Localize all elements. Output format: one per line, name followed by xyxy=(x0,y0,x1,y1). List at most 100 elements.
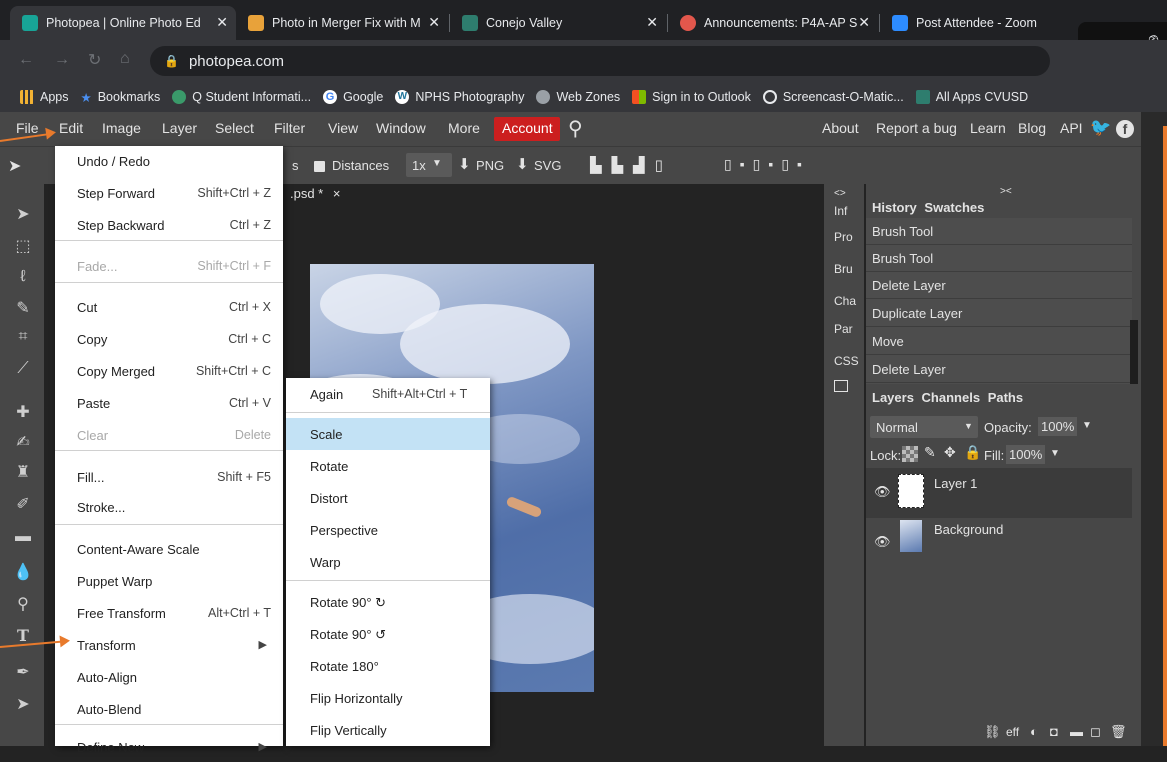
healing-tool-icon[interactable]: ✚ xyxy=(12,402,34,424)
bookmark-google[interactable]: G Google xyxy=(323,90,383,104)
submenu-item-perspective[interactable]: Perspective xyxy=(286,514,490,546)
menu-item-step-forward[interactable]: Step Forward Shift+Ctrl + Z xyxy=(55,178,283,208)
tab-channels[interactable]: Channels xyxy=(922,390,981,405)
effects-button[interactable]: eff xyxy=(1006,725,1019,739)
scrollbar-thumb[interactable] xyxy=(1130,320,1138,384)
browser-tab-photo-merger[interactable]: Photo in Merger Fix with M ✕ xyxy=(236,6,448,40)
browser-tab-announcements[interactable]: Announcements: P4A-AP S ✕ xyxy=(668,6,878,40)
image-icon[interactable] xyxy=(834,380,848,392)
dropdown-arrow-icon[interactable]: ▼ xyxy=(1050,448,1060,459)
distribute-icons[interactable]: ▯▪▯▪▯▪ xyxy=(724,156,810,173)
side-tab-paragraph[interactable]: Par xyxy=(834,322,853,336)
bookmark-all-apps[interactable]: All Apps CVUSD xyxy=(915,90,1028,104)
history-item[interactable]: Duplicate Layer xyxy=(866,300,1132,327)
export-png-button[interactable]: PNG xyxy=(476,158,504,173)
menu-edit[interactable]: Edit xyxy=(56,120,86,136)
gradient-tool-icon[interactable]: ▬ xyxy=(12,528,34,550)
tab-paths[interactable]: Paths xyxy=(988,390,1023,405)
menu-item-auto-align[interactable]: Auto-Align xyxy=(55,662,283,692)
bookmark-apps[interactable]: Apps xyxy=(20,90,69,104)
menu-item-copy[interactable]: Copy Ctrl + C xyxy=(55,324,283,354)
eye-icon[interactable]: 👁 xyxy=(874,484,891,500)
menu-item-copy-merged[interactable]: Copy Merged Shift+Ctrl + C xyxy=(55,356,283,386)
menu-item-stroke[interactable]: Stroke... xyxy=(55,492,283,522)
menu-report-bug[interactable]: Report a bug xyxy=(876,120,957,136)
submenu-item-rotate-90-cw[interactable]: Rotate 90° ↻ xyxy=(286,586,490,618)
menu-view[interactable]: View xyxy=(328,120,358,136)
history-item[interactable]: Brush Tool xyxy=(866,245,1132,272)
home-icon[interactable]: ⌂ xyxy=(120,50,130,68)
trash-icon[interactable]: 🗑 xyxy=(1110,724,1127,740)
tab-close-icon[interactable]: ✕ xyxy=(858,14,870,31)
menu-item-undo-redo[interactable]: Undo / Redo xyxy=(55,146,283,176)
menu-item-free-transform[interactable]: Free Transform Alt+Ctrl + T xyxy=(55,598,283,628)
pen-tool-icon[interactable]: ✒ xyxy=(12,662,34,684)
menu-more[interactable]: More xyxy=(448,120,480,136)
bookmark-bookmarks[interactable]: ★ Bookmarks xyxy=(81,90,161,105)
tab-close-icon[interactable]: ✕ xyxy=(216,14,228,31)
side-tab-character[interactable]: Cha xyxy=(834,294,856,308)
submenu-item-flip-vertical[interactable]: Flip Vertically xyxy=(286,714,490,746)
menu-item-paste[interactable]: Paste Ctrl + V xyxy=(55,388,283,418)
blur-tool-icon[interactable]: 💧 xyxy=(12,562,34,584)
menu-item-fill[interactable]: Fill... Shift + F5 xyxy=(55,462,283,492)
menu-item-puppet-warp[interactable]: Puppet Warp xyxy=(55,566,283,596)
menu-item-step-backward[interactable]: Step Backward Ctrl + Z xyxy=(55,210,283,240)
submenu-item-again[interactable]: Again Shift+Alt+Ctrl + T xyxy=(286,378,490,410)
document-close-icon[interactable]: × xyxy=(333,186,341,201)
zoom-dropdown[interactable]: 1x xyxy=(412,158,426,173)
menu-item-transform[interactable]: Transform ▶ xyxy=(55,630,283,660)
bookmark-nphs[interactable]: W NPHS Photography xyxy=(395,90,524,104)
back-arrow-icon[interactable]: ← xyxy=(18,51,34,69)
export-svg-button[interactable]: SVG xyxy=(534,158,561,173)
layer-row-layer-1[interactable]: 👁 Layer 1 xyxy=(866,468,1132,518)
menu-filter[interactable]: Filter xyxy=(274,120,305,136)
move-tool-icon[interactable]: ➤ xyxy=(12,204,34,226)
lasso-tool-icon[interactable]: ℓ xyxy=(12,268,34,290)
forward-arrow-icon[interactable]: → xyxy=(54,51,70,69)
layer-row-background[interactable]: 👁 Background xyxy=(866,518,1132,558)
menu-learn[interactable]: Learn xyxy=(970,120,1006,136)
menu-blog[interactable]: Blog xyxy=(1018,120,1046,136)
menu-layer[interactable]: Layer xyxy=(162,120,197,136)
fill-input[interactable]: 100% xyxy=(1006,445,1046,464)
menu-image[interactable]: Image xyxy=(102,120,141,136)
lock-transparency-icon[interactable] xyxy=(902,446,918,462)
eyedropper-tool-icon[interactable]: ⟋ xyxy=(12,360,34,382)
submenu-item-scale[interactable]: Scale xyxy=(286,418,490,450)
bookmark-outlook[interactable]: Sign in to Outlook xyxy=(632,90,751,104)
path-select-tool-icon[interactable]: ➤ xyxy=(12,694,34,716)
link-icon[interactable]: ⛓ xyxy=(984,724,1001,740)
browser-tab-conejo-valley[interactable]: Conejo Valley ✕ xyxy=(450,6,666,40)
mask-icon[interactable]: ◘ xyxy=(1050,724,1058,739)
menu-file[interactable]: File xyxy=(16,120,39,136)
collapse-icon[interactable]: <> xyxy=(834,188,846,199)
browser-tab-zoom[interactable]: Post Attendee - Zoom xyxy=(880,6,1070,40)
quick-select-tool-icon[interactable]: ✎ xyxy=(12,298,34,320)
twitter-icon[interactable]: 🐦 xyxy=(1090,118,1111,138)
submenu-item-rotate-180[interactable]: Rotate 180° xyxy=(286,650,490,682)
submenu-item-rotate[interactable]: Rotate xyxy=(286,450,490,482)
history-item[interactable]: Delete Layer xyxy=(866,356,1132,383)
adjustment-icon[interactable]: ◐ xyxy=(1030,724,1038,739)
side-tab-properties[interactable]: Pro xyxy=(834,230,853,244)
submenu-item-flip-horizontal[interactable]: Flip Horizontally xyxy=(286,682,490,714)
new-layer-icon[interactable]: ◻ xyxy=(1090,724,1101,740)
menu-item-cut[interactable]: Cut Ctrl + X xyxy=(55,292,283,322)
browser-tab-photopea[interactable]: Photopea | Online Photo Ed ✕ xyxy=(10,6,236,40)
tab-swatches[interactable]: Swatches xyxy=(924,200,984,215)
side-tab-css[interactable]: CSS xyxy=(834,354,859,368)
history-brush-tool-icon[interactable]: ✐ xyxy=(12,494,34,516)
folder-icon[interactable]: ▬ xyxy=(1070,724,1083,739)
bookmark-screencast[interactable]: Screencast-O-Matic... xyxy=(762,90,904,104)
reload-icon[interactable]: ↻ xyxy=(88,50,101,70)
history-item[interactable]: Delete Layer xyxy=(866,272,1132,299)
menu-item-define-new[interactable]: Define New ▶ xyxy=(55,732,283,762)
submenu-item-distort[interactable]: Distort xyxy=(286,482,490,514)
tab-close-icon[interactable]: ✕ xyxy=(646,14,658,31)
blend-mode-dropdown[interactable]: Normal ▼ xyxy=(870,416,978,438)
lock-move-icon[interactable]: ✥ xyxy=(944,444,956,461)
lock-brush-icon[interactable]: ✎ xyxy=(924,444,936,461)
brush-tool-icon[interactable]: ✍ xyxy=(12,432,34,454)
eye-icon[interactable]: 👁 xyxy=(874,534,891,550)
